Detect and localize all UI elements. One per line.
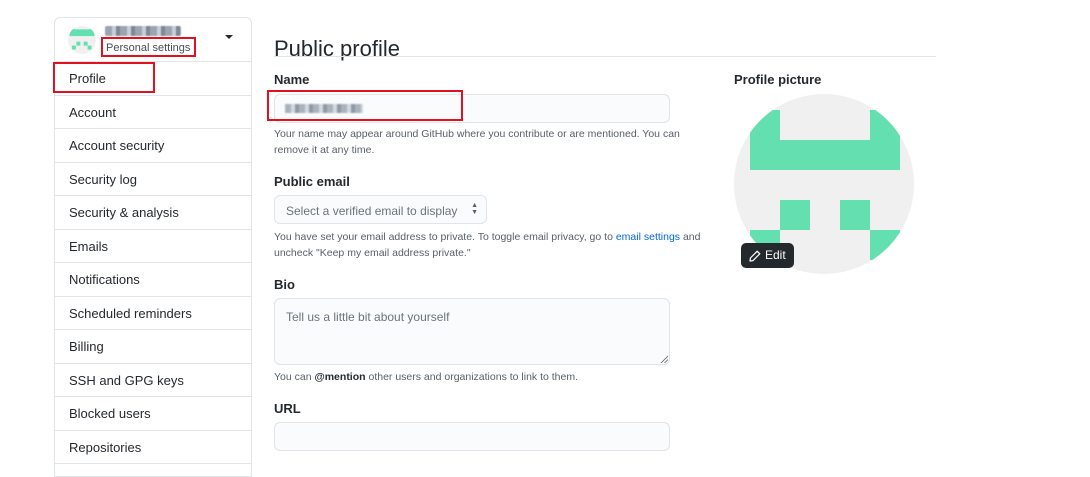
settings-sidebar: Personal settings Profile Account Accoun… xyxy=(54,17,252,477)
name-help-text: Your name may appear around GitHub where… xyxy=(274,128,680,156)
sidebar-item-blocked-users[interactable]: Blocked users xyxy=(55,397,251,431)
sidebar-item-account[interactable]: Account xyxy=(55,96,251,129)
select-arrows-icon: ▲ ▼ xyxy=(471,202,478,216)
name-input[interactable] xyxy=(274,94,670,123)
email-note-text: You have set your email address to priva… xyxy=(274,231,616,243)
profile-picture-label: Profile picture xyxy=(734,72,822,87)
url-input[interactable] xyxy=(274,422,670,451)
sidebar-item-security-log[interactable]: Security log xyxy=(55,163,251,196)
sidebar-item-notifications[interactable]: Notifications xyxy=(55,263,251,297)
bio-label: Bio xyxy=(274,277,295,292)
public-email-select[interactable]: Select a verified email to display ▲ ▼ xyxy=(274,195,487,224)
sidebar-item-security-analysis[interactable]: Security & analysis xyxy=(55,196,251,230)
sidebar-item-emails[interactable]: Emails xyxy=(55,230,251,263)
sidebar-item-billing[interactable]: Billing xyxy=(55,330,251,364)
name-value-redacted xyxy=(285,104,363,113)
caret-down-icon[interactable] xyxy=(225,35,233,39)
resize-handle-icon[interactable] xyxy=(660,355,668,363)
mention-text: @mention xyxy=(314,371,366,383)
username-redacted xyxy=(105,26,181,36)
sidebar-item-profile[interactable]: Profile xyxy=(55,62,251,96)
sidebar-item-account-security[interactable]: Account security xyxy=(55,129,251,163)
edit-profile-picture-button[interactable]: Edit xyxy=(741,243,794,268)
edit-label: Edit xyxy=(765,248,786,262)
sidebar-header[interactable]: Personal settings xyxy=(55,18,251,62)
divider xyxy=(274,56,936,57)
sidebar-subtitle: Personal settings xyxy=(101,37,197,57)
sidebar-item-scheduled-reminders[interactable]: Scheduled reminders xyxy=(55,297,251,330)
sidebar-item-repositories[interactable]: Repositories xyxy=(55,431,251,464)
bio-placeholder: Tell us a little bit about yourself xyxy=(286,310,450,324)
bio-textarea[interactable]: Tell us a little bit about yourself xyxy=(274,298,670,365)
bio-note-text: You can xyxy=(274,371,315,383)
page-title: Public profile xyxy=(274,35,400,61)
name-label: Name xyxy=(274,72,310,87)
bio-help-text: You can @mention other users and organiz… xyxy=(274,369,704,385)
pencil-icon xyxy=(749,250,761,262)
avatar xyxy=(68,26,96,54)
public-email-label: Public email xyxy=(274,174,350,189)
email-settings-link[interactable]: email settings xyxy=(616,231,680,243)
public-email-selected: Select a verified email to display xyxy=(286,204,458,218)
bio-note-text-end: other users and organizations to link to… xyxy=(365,371,579,383)
email-help-text: You have set your email address to priva… xyxy=(274,229,704,261)
sidebar-item-ssh-gpg-keys[interactable]: SSH and GPG keys xyxy=(55,364,251,397)
url-label: URL xyxy=(274,401,301,416)
